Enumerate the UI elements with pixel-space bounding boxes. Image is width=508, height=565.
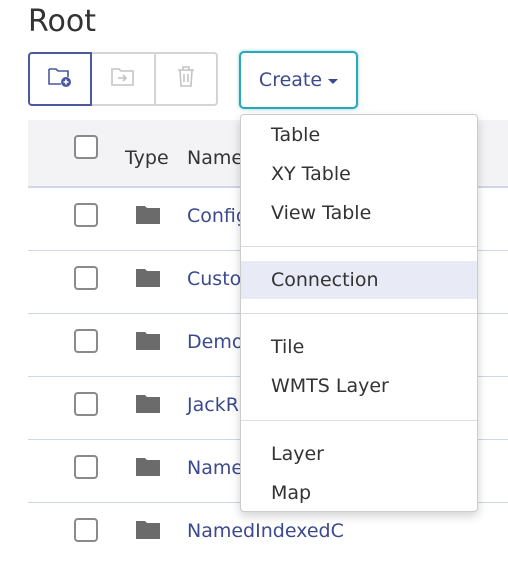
delete-button[interactable] — [156, 52, 218, 106]
new-folder-button[interactable] — [28, 52, 92, 106]
row-checkbox[interactable] — [74, 266, 98, 290]
menu-item-wmts-layer[interactable]: WMTS Layer — [241, 367, 477, 405]
menu-divider — [241, 420, 477, 421]
row-checkbox[interactable] — [74, 455, 98, 479]
create-dropdown-menu: Table XY Table View Table Connection Til… — [240, 114, 478, 512]
create-button[interactable]: Create — [239, 51, 358, 109]
row-name-link[interactable]: Config — [187, 205, 248, 227]
table-row[interactable]: NamedIndexedC — [28, 503, 508, 565]
folder-icon — [136, 393, 160, 418]
menu-item-xy-table[interactable]: XY Table — [241, 155, 477, 193]
row-checkbox[interactable] — [74, 518, 98, 542]
move-icon — [110, 66, 136, 93]
create-button-label: Create — [258, 69, 323, 91]
menu-item-tile[interactable]: Tile — [241, 328, 477, 366]
row-checkbox[interactable] — [74, 392, 98, 416]
row-name-link[interactable]: NamedIndexedC — [187, 520, 344, 542]
menu-item-view-table[interactable]: View Table — [241, 194, 477, 232]
folder-icon — [136, 204, 160, 229]
menu-item-map[interactable]: Map — [241, 474, 477, 511]
folder-icon — [136, 267, 160, 292]
page-title: Root — [28, 4, 96, 39]
toolbar-button-group — [28, 52, 218, 106]
menu-item-table[interactable]: Table — [241, 116, 477, 154]
row-name-link[interactable]: JackR — [187, 394, 239, 416]
folder-icon — [136, 519, 160, 544]
row-checkbox[interactable] — [74, 203, 98, 227]
row-name-link[interactable]: Demo — [187, 331, 243, 353]
delete-icon — [175, 65, 197, 94]
folder-icon — [136, 330, 160, 355]
type-column-header[interactable]: Type — [125, 147, 169, 169]
new-folder-icon — [47, 65, 73, 94]
row-name-link[interactable]: Name — [187, 457, 243, 479]
menu-item-layer[interactable]: Layer — [241, 435, 477, 473]
select-all-checkbox[interactable] — [74, 135, 98, 159]
row-checkbox[interactable] — [74, 329, 98, 353]
folder-icon — [136, 456, 160, 481]
name-column-header[interactable]: Name — [187, 147, 243, 169]
menu-divider — [241, 246, 477, 247]
move-button[interactable] — [92, 52, 156, 106]
row-name-link[interactable]: Custo — [187, 268, 241, 290]
menu-item-connection[interactable]: Connection — [241, 261, 477, 299]
menu-divider — [241, 313, 477, 314]
caret-down-icon — [328, 78, 339, 84]
